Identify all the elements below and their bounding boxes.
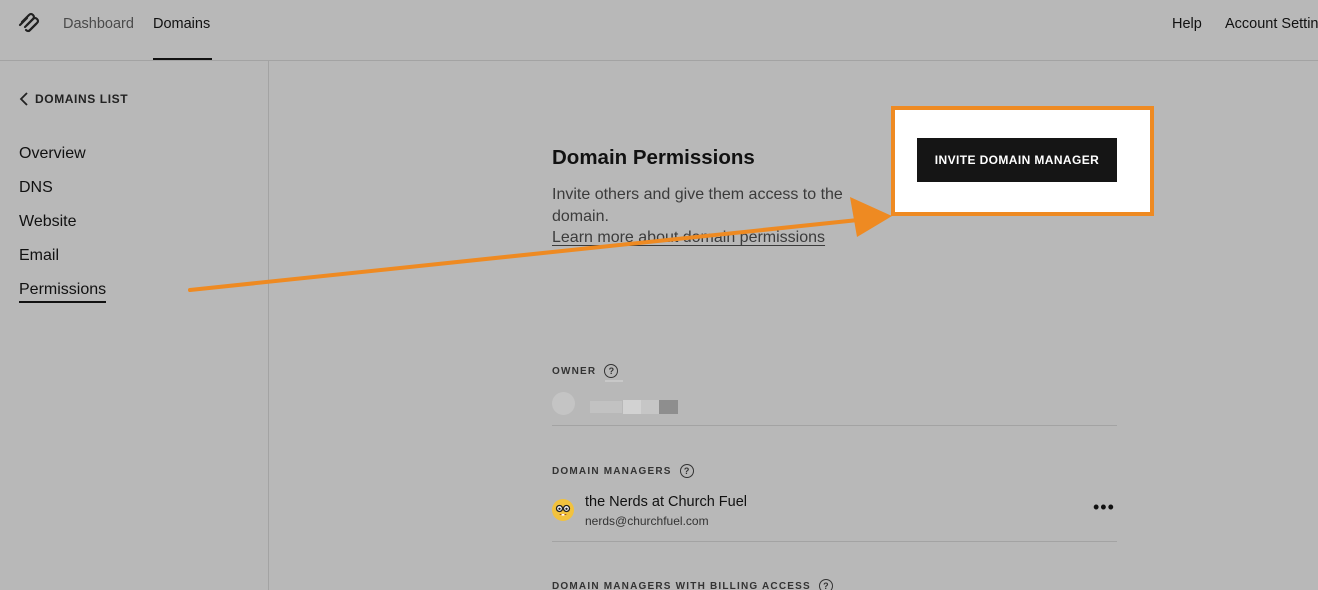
more-options-icon[interactable]: ••• <box>1093 498 1119 518</box>
owner-section-label: OWNER ? <box>552 364 619 378</box>
page-description: Invite others and give them access to th… <box>552 186 843 225</box>
domain-managers-label: DOMAIN MANAGERS <box>552 465 672 477</box>
avatar <box>552 392 575 415</box>
billing-managers-section-label: DOMAIN MANAGERS WITH BILLING ACCESS ? <box>552 579 833 590</box>
domain-managers-section-label: DOMAIN MANAGERS ? <box>552 464 694 478</box>
nav-account-settings[interactable]: Account Settings <box>1225 15 1318 33</box>
redacted-block <box>641 400 659 414</box>
learn-more-link[interactable]: Learn more about domain permissions <box>552 228 825 248</box>
back-to-domains-list[interactable]: DOMAINS LIST <box>19 91 128 107</box>
squarespace-logo-icon[interactable] <box>18 12 42 34</box>
sidebar-divider <box>268 61 269 590</box>
sidebar-item-website[interactable]: Website <box>19 212 77 232</box>
invite-domain-manager-button[interactable]: INVITE DOMAIN MANAGER <box>917 138 1117 182</box>
nav-domains[interactable]: Domains <box>153 15 210 33</box>
nav-help[interactable]: Help <box>1172 15 1202 33</box>
sidebar-item-overview[interactable]: Overview <box>19 144 86 164</box>
section-divider <box>552 541 1117 542</box>
back-label: DOMAINS LIST <box>35 92 129 106</box>
nav-dashboard[interactable]: Dashboard <box>63 15 134 33</box>
sidebar-item-permissions[interactable]: Permissions <box>19 280 107 303</box>
active-tab-indicator <box>153 58 212 60</box>
sidebar-item-dns[interactable]: DNS <box>19 178 53 198</box>
redacted-block <box>605 380 623 382</box>
chevron-left-icon <box>19 92 28 106</box>
section-divider <box>552 425 1117 426</box>
owner-label: OWNER <box>552 365 597 377</box>
page-title: Domain Permissions <box>552 146 755 169</box>
help-icon[interactable]: ? <box>679 464 694 478</box>
sidebar-item-email[interactable]: Email <box>19 246 59 266</box>
manager-email: nerds@churchfuel.com <box>585 514 709 528</box>
manager-name: the Nerds at Church Fuel <box>585 494 747 510</box>
redacted-block <box>590 401 622 413</box>
help-icon[interactable]: ? <box>604 364 619 378</box>
redacted-block <box>659 400 678 414</box>
redacted-block <box>623 400 641 414</box>
help-icon[interactable]: ? <box>818 579 833 590</box>
top-nav-bar: Dashboard Domains Help Account Settings <box>0 0 1318 61</box>
billing-managers-label: DOMAIN MANAGERS WITH BILLING ACCESS <box>552 580 811 590</box>
nerd-face-emoji-icon <box>552 499 574 521</box>
